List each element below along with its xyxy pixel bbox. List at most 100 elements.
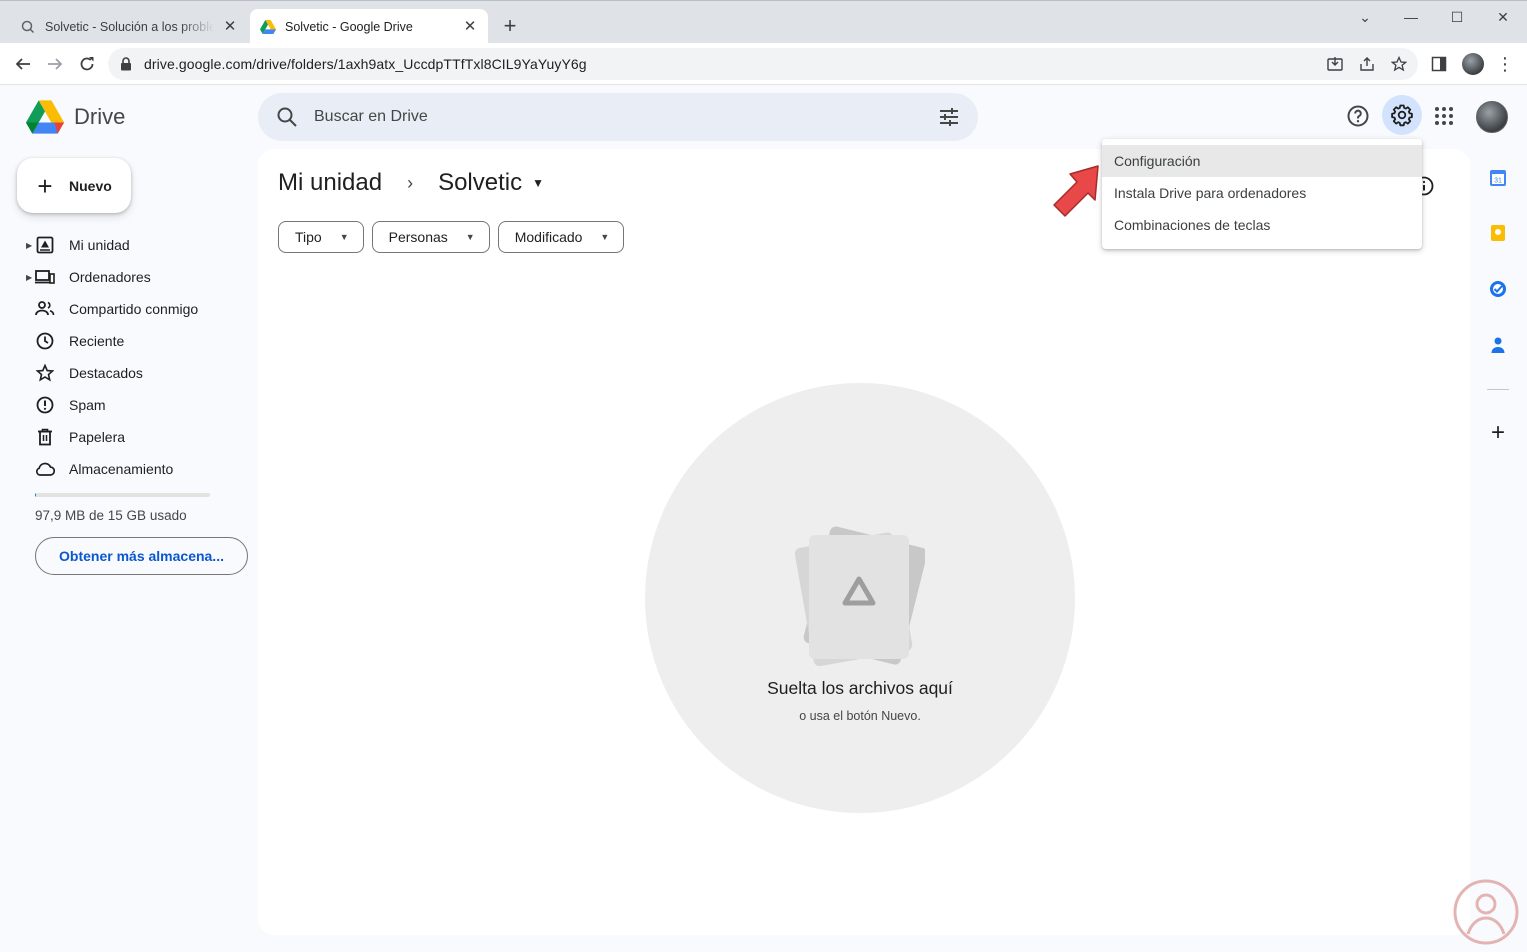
sidebar-item-label: Ordenadores (69, 269, 151, 285)
spam-icon (35, 395, 55, 415)
bookmark-star-icon[interactable] (1390, 55, 1408, 73)
browser-tab-bar: Solvetic - Solución a los problemas ✕ So… (0, 0, 1527, 44)
search-icon[interactable] (276, 106, 298, 128)
empty-state-subtitle: o usa el botón Nuevo. (799, 709, 921, 723)
share-icon[interactable] (1358, 55, 1376, 73)
search-options-icon[interactable] (938, 106, 960, 128)
svg-text:31: 31 (1494, 178, 1502, 185)
reload-icon[interactable] (75, 52, 99, 76)
drive-favicon-icon (260, 19, 276, 35)
chevron-down-icon: ▼ (465, 232, 475, 242)
breadcrumb-my-drive[interactable]: Mi unidad (278, 169, 382, 197)
solvetic-favicon-icon (20, 19, 36, 35)
sidebar-item-my-drive[interactable]: ▶ Mi unidad (0, 229, 258, 261)
settings-button[interactable] (1382, 95, 1422, 135)
sidebar-item-label: Mi unidad (69, 237, 130, 253)
folder-dropdown-icon[interactable]: ▼ (532, 176, 544, 190)
window-maximize-button[interactable]: ☐ (1434, 5, 1480, 29)
apps-grid-icon[interactable] (1431, 103, 1457, 129)
expand-caret-icon[interactable]: ▶ (26, 241, 32, 250)
gear-icon (1391, 104, 1413, 127)
plus-icon: + (37, 170, 53, 201)
address-bar[interactable]: drive.google.com/drive/folders/1axh9atx_… (108, 48, 1418, 80)
sidebar-item-label: Compartido conmigo (69, 301, 199, 317)
keep-icon[interactable] (1488, 223, 1508, 243)
browser-menu-icon[interactable]: ⋮ (1496, 54, 1514, 74)
back-icon[interactable] (11, 52, 35, 76)
tab-title: Solvetic - Solución a los problemas (45, 19, 214, 34)
get-more-storage-button[interactable]: Obtener más almacena... (35, 537, 248, 575)
sidebar-item-recent[interactable]: Reciente (0, 325, 258, 357)
browser-tab-solvetic[interactable]: Solvetic - Solución a los problemas ✕ (10, 9, 248, 44)
drive-logo-icon (26, 100, 64, 134)
sidebar-item-storage[interactable]: Almacenamiento (0, 453, 258, 485)
my-drive-icon (35, 235, 55, 255)
annotation-arrow-icon (1053, 165, 1099, 217)
menu-item-settings[interactable]: Configuración (1102, 145, 1422, 177)
computers-icon (35, 267, 55, 287)
storage-usage-text: 97,9 MB de 15 GB usado (35, 508, 187, 523)
browser-profile-avatar[interactable] (1462, 53, 1484, 75)
new-button-label: Nuevo (69, 177, 112, 194)
menu-item-keyboard-shortcuts[interactable]: Combinaciones de teclas (1102, 209, 1422, 241)
chip-label: Tipo (295, 229, 322, 245)
trash-icon (35, 427, 55, 447)
chip-label: Personas (388, 229, 448, 245)
side-panel: 31 + (1471, 149, 1527, 952)
tab-close-icon[interactable]: ✕ (222, 18, 238, 35)
window-tab-search-icon[interactable]: ⌄ (1342, 5, 1388, 29)
star-icon (35, 363, 55, 383)
sidebar-item-label: Destacados (69, 365, 143, 381)
sidebar-item-spam[interactable]: Spam (0, 389, 258, 421)
window-close-button[interactable]: ✕ (1480, 5, 1526, 29)
storage-progress-fill (35, 493, 37, 497)
tasks-icon[interactable] (1488, 279, 1508, 299)
filter-modified-chip[interactable]: Modificado ▼ (497, 221, 625, 253)
sidebar-item-label: Reciente (69, 333, 125, 349)
search-input[interactable]: Buscar en Drive (314, 108, 938, 126)
sidebar-item-trash[interactable]: Papelera (0, 421, 258, 453)
filter-type-chip[interactable]: Tipo ▼ (278, 221, 364, 253)
window-minimize-button[interactable]: — (1388, 5, 1434, 29)
side-panel-icon[interactable] (1430, 55, 1448, 73)
browser-tab-drive[interactable]: Solvetic - Google Drive ✕ (250, 9, 488, 44)
lock-icon[interactable] (120, 57, 134, 71)
search-bar[interactable]: Buscar en Drive (258, 93, 978, 141)
chevron-right-icon: › (407, 172, 414, 193)
calendar-icon[interactable]: 31 (1488, 168, 1508, 188)
empty-folder-illustration (794, 526, 925, 667)
sidebar-item-label: Spam (69, 397, 106, 413)
tab-title: Solvetic - Google Drive (285, 19, 413, 34)
help-icon[interactable] (1345, 103, 1371, 129)
sidebar-item-shared[interactable]: Compartido conmigo (0, 293, 258, 325)
chip-label: Modificado (514, 229, 583, 245)
sidebar-nav: ▶ Mi unidad ▶ Ordenadores Compartido con… (0, 229, 258, 485)
contacts-icon[interactable] (1488, 335, 1508, 355)
sidebar-item-label: Almacenamiento (69, 461, 174, 477)
menu-item-install-drive[interactable]: Instala Drive para ordenadores (1102, 177, 1422, 209)
sidebar-item-computers[interactable]: ▶ Ordenadores (0, 261, 258, 293)
expand-caret-icon[interactable]: ▶ (26, 273, 32, 282)
url-text: drive.google.com/drive/folders/1axh9atx_… (144, 56, 587, 72)
sidebar-item-starred[interactable]: Destacados (0, 357, 258, 389)
empty-state-title: Suelta los archivos aquí (767, 678, 953, 698)
breadcrumb: Mi unidad › Solvetic ▼ (278, 169, 544, 197)
drive-logo[interactable]: Drive (26, 100, 125, 134)
storage-progress-bar (35, 493, 210, 497)
main-content: Mi unidad › Solvetic ▼ Tipo ▼ Personas ▼ M… (258, 149, 1470, 935)
install-app-icon[interactable] (1326, 55, 1344, 73)
clock-icon (35, 331, 55, 351)
cloud-icon (35, 459, 55, 479)
shared-icon (35, 299, 55, 319)
filter-people-chip[interactable]: Personas ▼ (371, 221, 490, 253)
new-button[interactable]: + Nuevo (17, 158, 131, 213)
add-addon-icon[interactable]: + (1488, 419, 1508, 446)
new-tab-button[interactable]: + (498, 15, 522, 39)
tab-close-icon[interactable]: ✕ (462, 18, 478, 35)
browser-toolbar: drive.google.com/drive/folders/1axh9atx_… (0, 43, 1527, 85)
solvetic-watermark-logo (1453, 879, 1519, 945)
settings-menu: Configuración Instala Drive para ordenad… (1102, 139, 1422, 249)
forward-icon[interactable] (43, 52, 67, 76)
breadcrumb-current-folder[interactable]: Solvetic (438, 169, 522, 197)
account-avatar[interactable] (1476, 101, 1508, 133)
